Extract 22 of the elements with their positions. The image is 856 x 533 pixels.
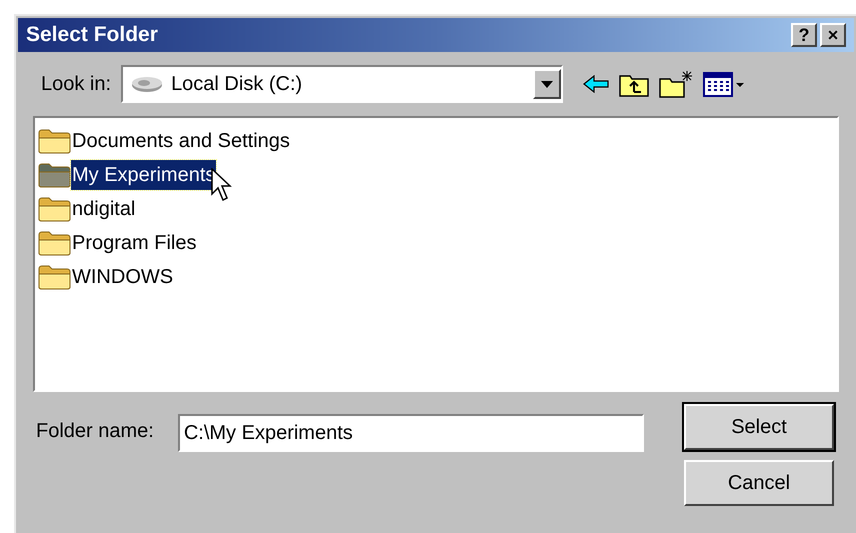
caret-icon bbox=[541, 80, 554, 88]
window-title: Select Folder bbox=[26, 22, 158, 48]
folder-item[interactable]: Program Files bbox=[71, 228, 198, 258]
view-menu-icon[interactable] bbox=[703, 71, 746, 97]
new-folder-icon[interactable] bbox=[659, 70, 694, 98]
look-in-label: Look in: bbox=[41, 72, 112, 97]
folder-name-field[interactable]: C:\My Experiments bbox=[178, 414, 644, 452]
folder-item[interactable]: Documents and Settings bbox=[71, 126, 291, 156]
folder-item[interactable]: WINDOWS bbox=[71, 262, 174, 292]
look-in-dropdown[interactable]: Local Disk (C:) bbox=[121, 65, 564, 103]
folder-item[interactable]: My Experiments bbox=[71, 160, 216, 190]
folder-name-label: Folder name: bbox=[36, 419, 154, 444]
mouse-pointer-icon bbox=[211, 168, 235, 202]
cancel-button[interactable]: Cancel bbox=[684, 460, 834, 506]
drive-name: Local Disk (C:) bbox=[171, 72, 304, 97]
help-button[interactable]: ? bbox=[791, 23, 817, 47]
drive-icon bbox=[131, 74, 164, 94]
dropdown-arrow-button[interactable] bbox=[533, 69, 562, 99]
back-arrow-icon[interactable] bbox=[583, 75, 610, 93]
select-button[interactable]: Select bbox=[684, 404, 834, 450]
close-button[interactable]: × bbox=[820, 23, 846, 47]
folder-item[interactable]: ndigital bbox=[71, 194, 136, 224]
